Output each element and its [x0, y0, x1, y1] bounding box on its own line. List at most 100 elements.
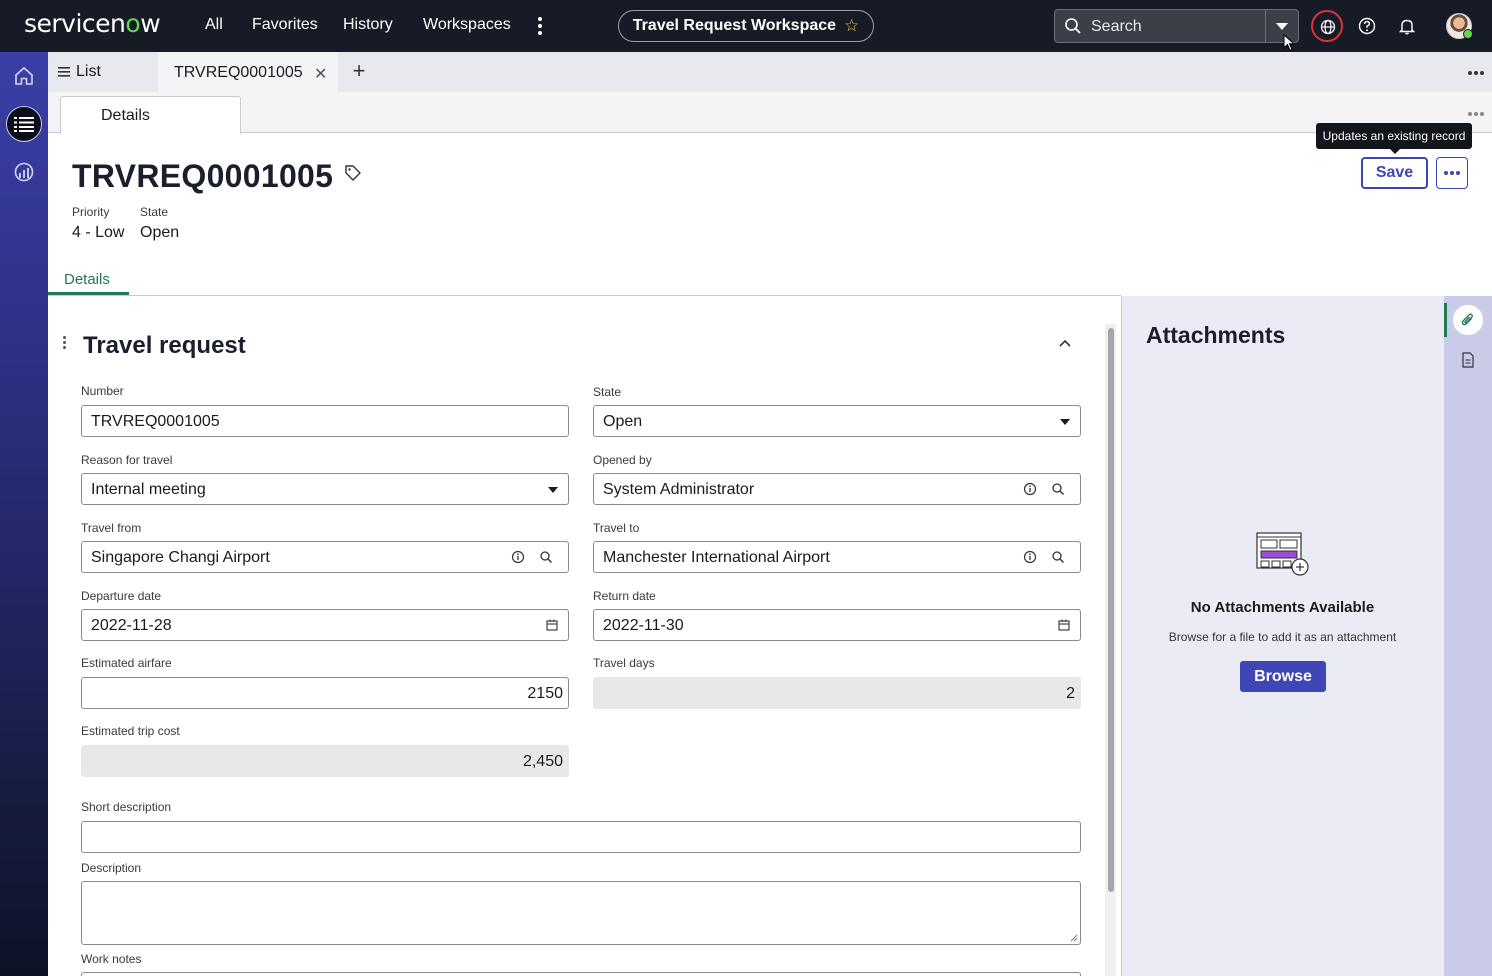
caret-down-icon	[1060, 419, 1070, 425]
reason-label: Reason for travel	[81, 453, 173, 467]
priority-label: Priority	[72, 205, 110, 219]
subbar-more-icon[interactable]	[1468, 112, 1484, 116]
star-icon[interactable]: ☆	[844, 16, 859, 36]
travel-to-value: Manchester International Airport	[603, 549, 830, 566]
logo-text-o: o	[125, 9, 141, 38]
tab-record-label: TRVREQ0001005	[174, 64, 303, 81]
section-title: Travel request	[83, 332, 246, 359]
return-date-field[interactable]: 2022-11-30	[593, 609, 1081, 641]
departure-date-label: Departure date	[81, 589, 162, 603]
state-select-value: Open	[603, 413, 643, 430]
short-description-field[interactable]	[81, 821, 1081, 853]
number-value: TRVREQ0001005	[91, 413, 220, 430]
notifications-bell-icon[interactable]	[1397, 16, 1417, 36]
opened-by-field[interactable]: System Administrator	[593, 473, 1081, 505]
close-tab-icon[interactable]: ✕	[314, 64, 327, 84]
global-search[interactable]: Search	[1054, 9, 1299, 43]
attachment-paperclip-icon[interactable]	[1452, 304, 1484, 336]
travel-from-label: Travel from	[81, 521, 142, 535]
priority-value: 4 - Low	[72, 224, 125, 241]
state-value: Open	[140, 224, 180, 241]
reason-value: Internal meeting	[91, 481, 206, 498]
user-avatar[interactable]	[1446, 13, 1473, 39]
caret-down-icon	[548, 487, 558, 493]
list-lines-icon	[58, 67, 70, 77]
tabstrip-more-icon[interactable]	[1468, 71, 1484, 75]
attachments-title: Attachments	[1146, 322, 1286, 348]
logo-text-b: w	[140, 9, 161, 38]
logo-text-a: servicen	[24, 9, 126, 38]
number-label: Number	[81, 384, 124, 398]
document-icon[interactable]	[1452, 344, 1484, 376]
short-description-label: Short description	[81, 800, 172, 814]
description-textarea[interactable]	[81, 881, 1081, 945]
return-date-value: 2022-11-30	[603, 617, 684, 634]
info-icon[interactable]	[511, 550, 525, 564]
sub-tab-bar: Details	[48, 92, 1492, 134]
tab-list-label: List	[76, 63, 101, 80]
description-label: Description	[81, 861, 142, 875]
return-date-label: Return date	[593, 589, 656, 603]
chevron-up-icon[interactable]	[1057, 337, 1073, 349]
trip-cost-label: Estimated trip cost	[81, 724, 180, 738]
tab-details[interactable]: Details	[60, 96, 241, 134]
number-field[interactable]: TRVREQ0001005	[81, 405, 569, 437]
nav-favorites[interactable]: Favorites	[252, 16, 318, 34]
browse-button[interactable]: Browse	[1240, 661, 1326, 692]
globe-icon[interactable]	[1311, 10, 1343, 42]
lookup-search-icon[interactable]	[539, 550, 553, 564]
state-field-label: State	[593, 385, 622, 399]
sidebar-active-indicator	[1444, 303, 1447, 337]
tab-list[interactable]: List	[58, 52, 101, 92]
opened-by-label: Opened by	[593, 453, 652, 467]
travel-days-value: 2	[1066, 685, 1075, 702]
opened-by-value: System Administrator	[603, 481, 755, 498]
nav-all[interactable]: All	[205, 16, 223, 34]
airfare-label: Estimated airfare	[81, 656, 172, 670]
help-icon[interactable]	[1357, 16, 1377, 36]
empty-attachments-illustration-icon	[1256, 532, 1309, 576]
work-notes-field[interactable]	[81, 972, 1081, 976]
tab-record[interactable]: TRVREQ0001005 ✕	[158, 52, 338, 92]
state-label: State	[140, 205, 169, 219]
airfare-field[interactable]: 2150	[81, 677, 569, 709]
workspace-title-pill[interactable]: Travel Request Workspace ☆	[618, 10, 874, 42]
reason-select[interactable]: Internal meeting	[81, 473, 569, 505]
info-icon[interactable]	[1023, 482, 1037, 496]
travel-from-field[interactable]: Singapore Changi Airport	[81, 541, 569, 573]
nav-history[interactable]: History	[343, 16, 393, 34]
mouse-cursor-icon	[1283, 34, 1295, 52]
nav-workspaces[interactable]: Workspaces	[423, 16, 511, 34]
servicenow-logo[interactable]: servicenow	[24, 9, 161, 38]
section-drag-handle-icon[interactable]	[63, 336, 67, 351]
contextual-sidebar	[1444, 296, 1492, 976]
list-icon[interactable]	[6, 106, 42, 142]
search-placeholder: Search	[1091, 18, 1142, 35]
calendar-icon[interactable]	[546, 619, 558, 631]
travel-days-field: 2	[593, 677, 1081, 709]
lookup-search-icon[interactable]	[1051, 482, 1065, 496]
form-scrollbar-thumb[interactable]	[1108, 328, 1114, 892]
resize-handle-icon[interactable]	[1070, 934, 1078, 942]
tag-icon[interactable]	[344, 164, 362, 182]
lookup-search-icon[interactable]	[1051, 550, 1065, 564]
analytics-icon[interactable]	[6, 154, 42, 190]
save-button[interactable]: Save	[1361, 157, 1428, 189]
travel-to-field[interactable]: Manchester International Airport	[593, 541, 1081, 573]
home-icon[interactable]	[6, 58, 42, 94]
left-rail	[0, 52, 48, 976]
departure-date-value: 2022-11-28	[91, 617, 172, 634]
state-select[interactable]: Open	[593, 405, 1081, 437]
tab-details-section[interactable]: Details	[64, 271, 110, 288]
departure-date-field[interactable]: 2022-11-28	[81, 609, 569, 641]
calendar-icon[interactable]	[1058, 619, 1070, 631]
info-icon[interactable]	[1023, 550, 1037, 564]
record-title: TRVREQ0001005	[72, 158, 334, 194]
more-menu-icon[interactable]	[533, 14, 547, 38]
no-attachments-title: No Attachments Available	[1190, 599, 1375, 616]
save-tooltip: Updates an existing record	[1316, 123, 1472, 154]
more-actions-button[interactable]	[1436, 157, 1468, 189]
more-actions-icon	[1444, 171, 1460, 175]
add-tab-icon[interactable]: +	[348, 60, 370, 82]
trip-cost-field: 2,450	[81, 745, 569, 777]
